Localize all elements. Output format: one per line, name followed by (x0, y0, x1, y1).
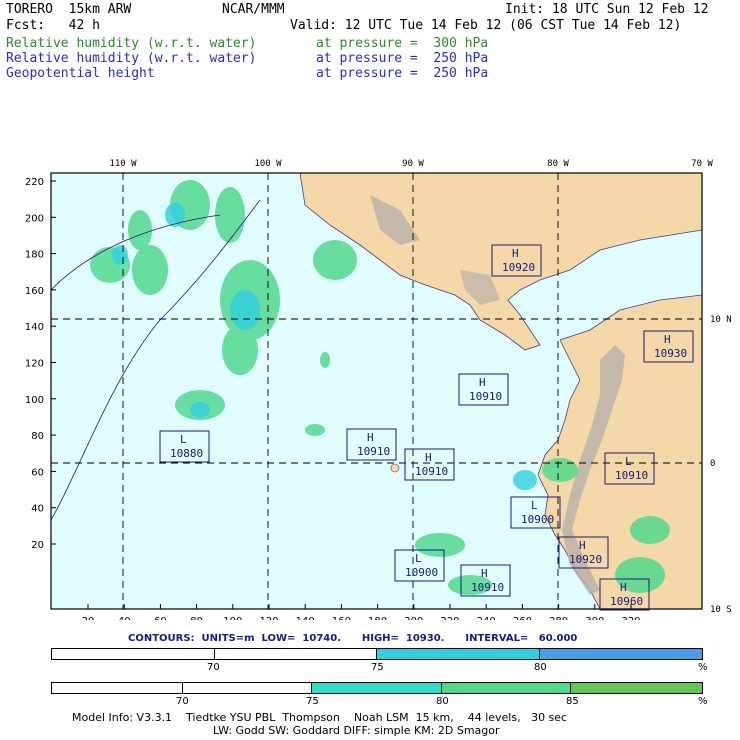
field-level-height: at pressure = 250 hPa (316, 66, 489, 81)
legend-rh300-seg-3 (441, 683, 572, 693)
forecast-hour: Fcst: 42 h (6, 18, 100, 33)
x-tick-label: 80 (190, 616, 203, 620)
x-tick-label: 160 (332, 616, 351, 620)
valid-time: Valid: 12 UTC Tue 14 Feb 12 (06 CST Tue … (290, 18, 682, 33)
legend-bar-rh250 (51, 648, 703, 660)
legend-rh300-tick-pct: % (698, 696, 708, 707)
legend-rh300-tick-70: 70 (176, 696, 189, 707)
legend-rh300-seg-0 (52, 683, 183, 693)
field-level-rh300: at pressure = 300 hPa (316, 36, 489, 51)
legend-rh250-seg-0 (52, 649, 215, 659)
weather-map: 110 W 100 W 90 W 80 W 70 W 10 N 0 10 S 2… (25, 159, 732, 620)
y-tick-label: 140 (25, 322, 44, 333)
x-tick-label: 300 (585, 616, 604, 620)
pressure-center-type: H (579, 539, 586, 552)
pressure-center-type: H (512, 247, 519, 260)
x-tick-label: 320 (621, 616, 640, 620)
legend-rh300-tick-85: 85 (566, 696, 579, 707)
x-tick-label: 60 (154, 616, 167, 620)
y-tick-label: 40 (31, 504, 44, 515)
pressure-center-type: L (625, 455, 632, 468)
pressure-center-type: L (180, 433, 187, 446)
model-name: TORERO 15km ARW (6, 2, 132, 17)
y-tick-label: 20 (31, 540, 44, 551)
init-time: Init: 18 UTC Sun 12 Feb 12 (505, 2, 709, 17)
legend-rh300-seg-4 (571, 683, 703, 693)
contours-info: CONTOURS: UNITS=m LOW= 10740. HIGH= 1093… (128, 633, 578, 644)
legend-rh250-tick-pct: % (698, 662, 708, 673)
pressure-center-type: H (620, 581, 627, 594)
x-tick-label: 280 (549, 616, 568, 620)
x-tick-label: 180 (368, 616, 387, 620)
lon-label-100w: 100 W (254, 159, 282, 169)
pressure-center-value: 10910 (469, 390, 502, 403)
legend-rh300-seg-1 (182, 683, 313, 693)
pressure-center-type: H (481, 567, 488, 580)
field-level-rh250: at pressure = 250 hPa (316, 51, 489, 66)
pressure-center-type: H (479, 376, 486, 389)
lat-label-10n: 10 N (710, 315, 732, 325)
legend-rh250-seg-2 (377, 649, 540, 659)
y-tick-label: 220 (25, 177, 44, 188)
legend-rh250-tick-75: 75 (371, 662, 384, 673)
x-tick-label: 120 (259, 616, 278, 620)
x-tick-label: 20 (82, 616, 95, 620)
pressure-center-value: 10880 (170, 447, 203, 460)
model-info-line2: LW: Godd SW: Goddard DIFF: simple KM: 2D… (213, 724, 500, 737)
pressure-center-type: H (664, 333, 671, 346)
pressure-center-value: 10920 (569, 553, 602, 566)
lon-label-70w: 70 W (691, 159, 713, 169)
y-tick-label: 120 (25, 359, 44, 370)
pressure-center-type: H (425, 451, 432, 464)
y-tick-label: 100 (25, 395, 44, 406)
pressure-center-value: 10900 (521, 513, 554, 526)
legend-rh250-tick-80: 80 (534, 662, 547, 673)
pressure-center-value: 10930 (654, 347, 687, 360)
lat-label-10s: 10 S (710, 605, 732, 615)
pressure-center-type: L (531, 499, 538, 512)
legend-rh300-tick-75: 75 (306, 696, 319, 707)
pressure-center-value: 10910 (415, 465, 448, 478)
pressure-center-value: 10900 (405, 566, 438, 579)
x-tick-label: 200 (404, 616, 423, 620)
x-tick-label: 140 (296, 616, 315, 620)
pressure-center-value: 10960 (610, 595, 643, 608)
x-tick-label: 240 (477, 616, 496, 620)
pressure-center-value: 10910 (357, 445, 390, 458)
y-tick-label: 200 (25, 213, 44, 224)
x-tick-label: 260 (513, 616, 532, 620)
legend-rh300-tick-80: 80 (436, 696, 449, 707)
legend-rh250-tick-70: 70 (207, 662, 220, 673)
center-name: NCAR/MMM (222, 2, 285, 17)
field-name-rh300: Relative humidity (w.r.t. water) (6, 36, 257, 51)
y-tick-label: 80 (31, 431, 44, 442)
x-tick-label: 220 (440, 616, 459, 620)
y-tick-label: 180 (25, 250, 44, 261)
y-tick-label: 60 (31, 467, 44, 478)
lon-label-80w: 80 W (547, 159, 569, 169)
field-name-rh250: Relative humidity (w.r.t. water) (6, 51, 257, 66)
x-tick-label: 100 (223, 616, 242, 620)
pressure-center-type: L (415, 552, 422, 565)
legend-rh250-seg-3 (539, 649, 702, 659)
legend-rh250-seg-1 (214, 649, 377, 659)
pressure-center-value: 10910 (615, 469, 648, 482)
pressure-center-value: 10920 (502, 261, 535, 274)
field-name-height: Geopotential height (6, 66, 155, 81)
lat-label-0: 0 (710, 459, 715, 469)
pressure-center-value: 10910 (471, 581, 504, 594)
x-tick-label: 40 (118, 616, 131, 620)
pressure-center-type: H (367, 431, 374, 444)
lon-label-110w: 110 W (109, 159, 137, 169)
model-info-line1: Model Info: V3.3.1 Tiedtke YSU PBL Thomp… (72, 711, 568, 724)
galapagos-island (390, 463, 400, 473)
y-tick-label: 160 (25, 286, 44, 297)
legend-rh300-seg-2 (312, 683, 442, 693)
legend-bar-rh300 (51, 682, 703, 694)
lon-label-90w: 90 W (402, 159, 424, 169)
